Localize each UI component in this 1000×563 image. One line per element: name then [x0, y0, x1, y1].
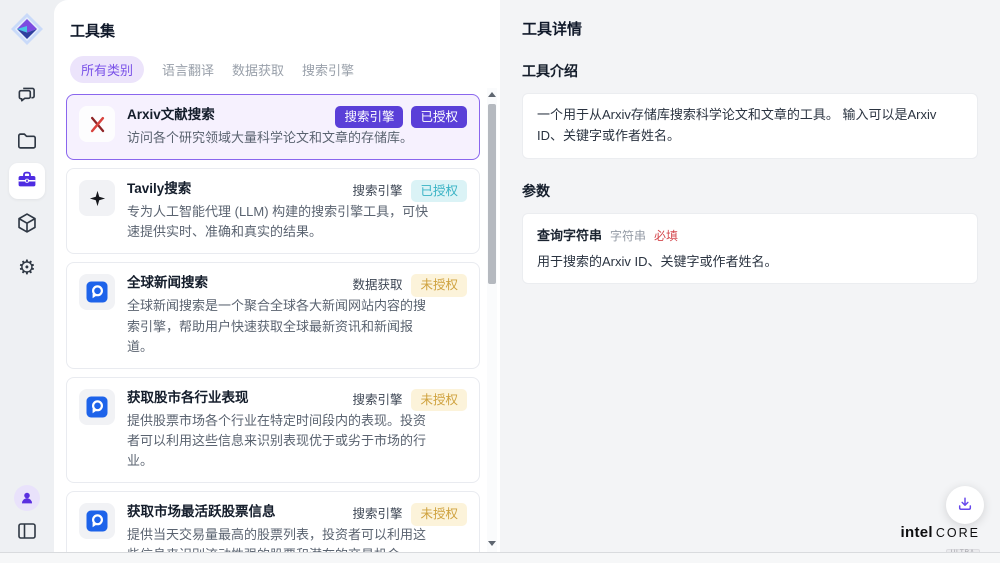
tool-description: 访问各个研究领域大量科学论文和文章的存储库。 [127, 128, 467, 148]
tool-card[interactable]: Tavily搜索专为人工智能代理 (LLM) 构建的搜索引擎工具，可快速提供实时… [66, 168, 480, 254]
status-badge: 未授权 [411, 389, 467, 411]
parameter-description: 用于搜索的Arxiv ID、关键字或作者姓名。 [537, 252, 963, 273]
juhe-icon [79, 389, 115, 425]
category-badge: 数据获取 [351, 274, 403, 296]
tool-description: 专为人工智能代理 (LLM) 构建的搜索引擎工具，可快速提供实时、准确和真实的结… [127, 202, 467, 242]
tool-description: 提供股票市场各个行业在特定时间段内的表现。投资者可以利用这些信息来识别表现优于或… [127, 411, 467, 471]
window-bottom-edge [0, 552, 1000, 563]
params-heading: 参数 [522, 181, 978, 201]
tab-category-1[interactable]: 语言翻译 [162, 56, 214, 83]
category-badge: 搜索引擎 [351, 503, 403, 525]
category-badge: 搜索引擎 [351, 180, 403, 202]
sidebar-item-chat[interactable] [13, 82, 41, 110]
intro-card: 一个用于从Arxiv存储库搜索科学论文和文章的工具。 输入可以是Arxiv ID… [522, 93, 978, 159]
sidebar-item-models[interactable] [13, 210, 41, 238]
category-tabs: 所有类别语言翻译数据获取搜索引擎 [70, 56, 500, 83]
scroll-down-arrow-icon[interactable] [488, 541, 496, 546]
toolbox-icon [16, 169, 38, 194]
status-badge: 已授权 [411, 106, 467, 128]
tab-category-2[interactable]: 数据获取 [232, 56, 284, 83]
settings-gear-icon: ⚙ [18, 258, 36, 278]
tool-list: Arxiv文献搜索访问各个研究领域大量科学论文和文章的存储库。搜索引擎已授权 Ta… [66, 94, 480, 558]
parameter-required-badge: 必填 [654, 227, 678, 244]
status-badge: 未授权 [411, 503, 467, 525]
tool-card[interactable]: Arxiv文献搜索访问各个研究领域大量科学论文和文章的存储库。搜索引擎已授权 [66, 94, 480, 160]
parameter-name: 查询字符串 [537, 225, 602, 244]
app-window: ⚙ 工具集 所有类别语言翻译数据获取搜索引擎 Arxiv文献搜索访问各个研究领域… [0, 0, 1000, 563]
tab-category-3[interactable]: 搜索引擎 [302, 56, 354, 83]
sidebar-item-files[interactable] [13, 128, 41, 156]
download-button[interactable] [946, 486, 984, 524]
status-badge: 已授权 [411, 180, 467, 202]
core-wordmark: core [936, 526, 980, 540]
scroll-up-arrow-icon[interactable] [488, 92, 496, 97]
app-logo[interactable] [10, 12, 44, 46]
tool-details-panel: 工具详情 工具介绍 一个用于从Arxiv存储库搜索科学论文和文章的工具。 输入可… [500, 0, 1000, 563]
tavily-icon [79, 180, 115, 216]
intel-wordmark: intel [901, 524, 933, 541]
category-badge: 搜索引擎 [335, 106, 403, 128]
tab-category-0[interactable]: 所有类别 [70, 56, 144, 83]
scrollbar-thumb[interactable] [488, 104, 496, 284]
folder-icon [15, 129, 39, 156]
chat-icon [15, 83, 39, 110]
tool-card[interactable]: 获取市场最活跃股票信息提供当天交易量最高的股票列表，投资者可以利用这些信息来识别… [66, 491, 480, 558]
tool-description: 全球新闻搜索是一个聚合全球各大新闻网站内容的搜索引擎，帮助用户快速获取全球最新资… [127, 296, 467, 356]
tool-list-panel: 工具集 所有类别语言翻译数据获取搜索引擎 Arxiv文献搜索访问各个研究领域大量… [54, 0, 500, 563]
juhe-icon [79, 274, 115, 310]
scrollbar[interactable] [487, 88, 497, 552]
sidebar-item-tools[interactable] [9, 163, 45, 199]
collapse-panel-icon [16, 520, 38, 545]
sidebar: ⚙ [0, 0, 54, 563]
parameter-type: 字符串 [610, 227, 646, 244]
intro-text: 一个用于从Arxiv存储库搜索科学论文和文章的工具。 输入可以是Arxiv ID… [537, 105, 963, 147]
intro-heading: 工具介绍 [522, 61, 978, 81]
parameter-card: 查询字符串 字符串 必填 用于搜索的Arxiv ID、关键字或作者姓名。 [522, 213, 978, 285]
arxiv-icon [79, 106, 115, 142]
status-badge: 未授权 [411, 274, 467, 296]
category-badge: 搜索引擎 [351, 389, 403, 411]
tool-card[interactable]: 全球新闻搜索全球新闻搜索是一个聚合全球各大新闻网站内容的搜索引擎，帮助用户快速获… [66, 262, 480, 368]
details-title: 工具详情 [522, 18, 978, 39]
page-title: 工具集 [54, 0, 500, 41]
tool-card[interactable]: 获取股市各行业表现提供股票市场各个行业在特定时间段内的表现。投资者可以利用这些信… [66, 377, 480, 483]
cube-icon [15, 211, 39, 238]
download-icon [956, 495, 974, 516]
juhe-icon [79, 503, 115, 539]
user-avatar[interactable] [14, 485, 40, 511]
collapse-sidebar-button[interactable] [13, 518, 41, 546]
sidebar-item-settings[interactable]: ⚙ [13, 254, 41, 282]
